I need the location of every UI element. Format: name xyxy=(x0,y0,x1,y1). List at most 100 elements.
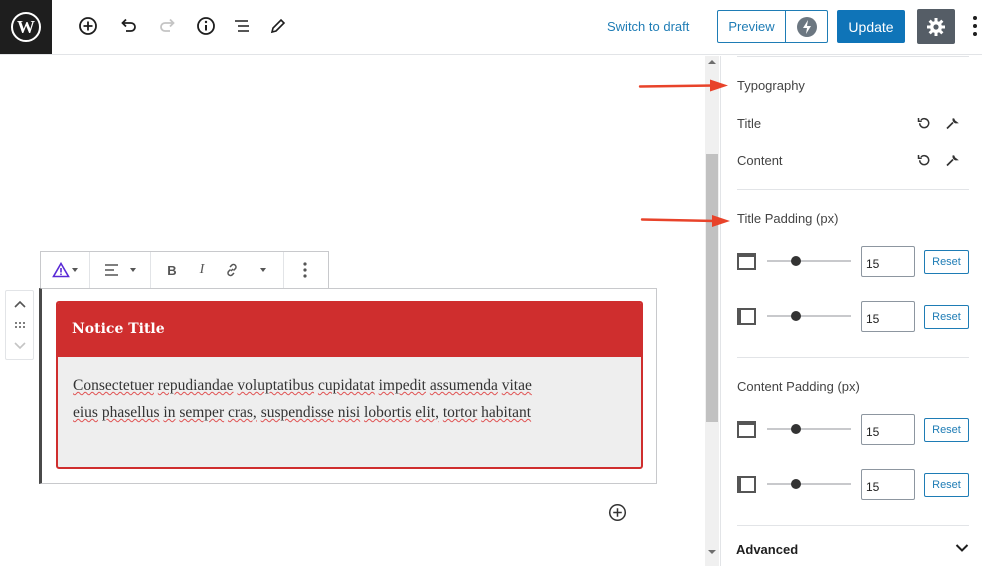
padding-top-bottom-icon xyxy=(737,253,756,270)
switch-to-draft-link[interactable]: Switch to draft xyxy=(607,19,689,34)
info-icon[interactable] xyxy=(194,14,218,38)
padding-value-input[interactable]: 15 xyxy=(861,469,915,500)
padding-reset-button[interactable]: Reset xyxy=(924,418,969,442)
bolt-button[interactable] xyxy=(786,11,827,42)
alignment-group xyxy=(90,252,151,288)
content-word: suspendisse xyxy=(260,404,334,421)
wordpress-icon: W xyxy=(11,12,41,42)
svg-text:W: W xyxy=(17,17,35,37)
title-padding-horizontal-row: 15 Reset xyxy=(737,301,969,333)
padding-slider-track[interactable] xyxy=(767,483,851,485)
advanced-panel-toggle[interactable]: Advanced xyxy=(736,542,798,557)
block-toolbar: B I xyxy=(40,251,329,289)
padding-slider-thumb[interactable] xyxy=(791,424,802,434)
outline-icon[interactable] xyxy=(230,14,254,38)
content-word: phasellus xyxy=(101,404,160,421)
move-up-icon[interactable] xyxy=(6,295,33,313)
wrench-icon[interactable] xyxy=(945,116,959,130)
edit-icon[interactable] xyxy=(266,14,290,38)
content-word: vitae xyxy=(501,377,532,394)
scroll-thumb[interactable] xyxy=(706,154,718,422)
content-word: habitant xyxy=(481,404,532,421)
more-rich-text-button[interactable] xyxy=(247,255,277,285)
content-word: lobortis xyxy=(364,404,412,421)
wordpress-logo[interactable]: W xyxy=(0,0,52,54)
preview-button-group: Preview xyxy=(717,10,828,43)
formatting-group: B I xyxy=(151,252,284,288)
content-padding-vertical-row: 15 Reset xyxy=(737,414,969,446)
editor-scrollbar[interactable] xyxy=(705,56,719,566)
padding-reset-button[interactable]: Reset xyxy=(924,250,969,274)
align-left-icon xyxy=(105,264,118,276)
divider xyxy=(737,56,969,57)
options-group xyxy=(284,252,326,288)
content-word: elit, xyxy=(415,404,439,421)
add-block-icon[interactable] xyxy=(608,503,627,522)
add-block-icon[interactable] xyxy=(76,14,100,38)
padding-reset-button[interactable]: Reset xyxy=(924,305,969,329)
padding-slider-track[interactable] xyxy=(767,260,851,262)
content-word: cupidatat xyxy=(317,377,375,394)
redo-icon[interactable] xyxy=(156,14,180,38)
content-word: nisi xyxy=(337,404,361,421)
preview-button[interactable]: Preview xyxy=(718,11,786,42)
title-typography-label: Title xyxy=(737,116,762,131)
chevron-down-icon[interactable] xyxy=(955,540,969,558)
content-word: semper xyxy=(179,404,225,421)
editor-header: W Switch to draft Preview Update xyxy=(0,0,982,55)
italic-button[interactable]: I xyxy=(187,255,217,285)
move-down-icon[interactable] xyxy=(6,337,33,355)
align-button[interactable] xyxy=(96,255,144,285)
block-type-switcher[interactable] xyxy=(47,255,83,285)
padding-reset-button[interactable]: Reset xyxy=(924,473,969,497)
wrench-icon[interactable] xyxy=(945,153,959,167)
divider xyxy=(737,189,969,190)
content-word: impedit xyxy=(378,377,426,394)
link-button[interactable] xyxy=(217,255,247,285)
padding-left-right-icon xyxy=(737,308,756,325)
settings-button[interactable] xyxy=(917,9,955,44)
padding-value-input[interactable]: 15 xyxy=(861,246,915,277)
content-word: in xyxy=(163,404,176,421)
content-word: repudiandae xyxy=(157,377,234,394)
notice-content-line-1: Consectetuer repudiandae voluptatibus cu… xyxy=(73,372,626,399)
content-word: eius xyxy=(73,404,98,421)
update-button[interactable]: Update xyxy=(837,10,905,43)
content-word: tortor xyxy=(442,404,478,421)
bold-button[interactable]: B xyxy=(157,255,187,285)
undo-icon[interactable] xyxy=(116,14,140,38)
title-padding-heading: Title Padding (px) xyxy=(737,211,839,226)
settings-sidebar: Typography Title Content Title Padding (… xyxy=(720,56,982,566)
padding-value-input[interactable]: 15 xyxy=(861,414,915,445)
padding-slider-thumb[interactable] xyxy=(791,311,802,321)
more-options-icon[interactable] xyxy=(968,14,982,38)
content-padding-heading: Content Padding (px) xyxy=(737,379,860,394)
drag-handle-icon[interactable] xyxy=(6,317,33,333)
reset-icon[interactable] xyxy=(917,116,931,130)
notice-block[interactable]: Notice Title Consectetuer repudiandae vo… xyxy=(56,301,643,469)
padding-slider-track[interactable] xyxy=(767,315,851,317)
chevron-down-icon xyxy=(260,268,266,272)
padding-slider-track[interactable] xyxy=(767,428,851,430)
reset-icon[interactable] xyxy=(917,153,931,167)
content-word: cras, xyxy=(227,404,257,421)
padding-slider-thumb[interactable] xyxy=(791,256,802,266)
padding-value-input[interactable]: 15 xyxy=(861,301,915,332)
more-vertical-icon xyxy=(303,262,307,278)
content-word: voluptatibus xyxy=(237,377,315,394)
block-options-button[interactable] xyxy=(290,255,320,285)
padding-left-right-icon xyxy=(737,476,756,493)
notice-content[interactable]: Consectetuer repudiandae voluptatibus cu… xyxy=(58,357,641,441)
chevron-down-icon xyxy=(130,268,136,272)
padding-top-bottom-icon xyxy=(737,421,756,438)
scroll-up-icon[interactable] xyxy=(708,60,716,64)
padding-slider-thumb[interactable] xyxy=(791,479,802,489)
content-padding-horizontal-row: 15 Reset xyxy=(737,469,969,501)
block-type-group xyxy=(41,252,90,288)
typography-heading[interactable]: Typography xyxy=(737,78,805,93)
notice-title[interactable]: Notice Title xyxy=(58,303,641,357)
annotation-arrow-icon xyxy=(638,79,728,92)
notice-content-line-2: eius phasellus in semper cras, suspendis… xyxy=(73,399,626,426)
bolt-icon xyxy=(796,16,817,37)
scroll-down-icon[interactable] xyxy=(708,550,716,554)
